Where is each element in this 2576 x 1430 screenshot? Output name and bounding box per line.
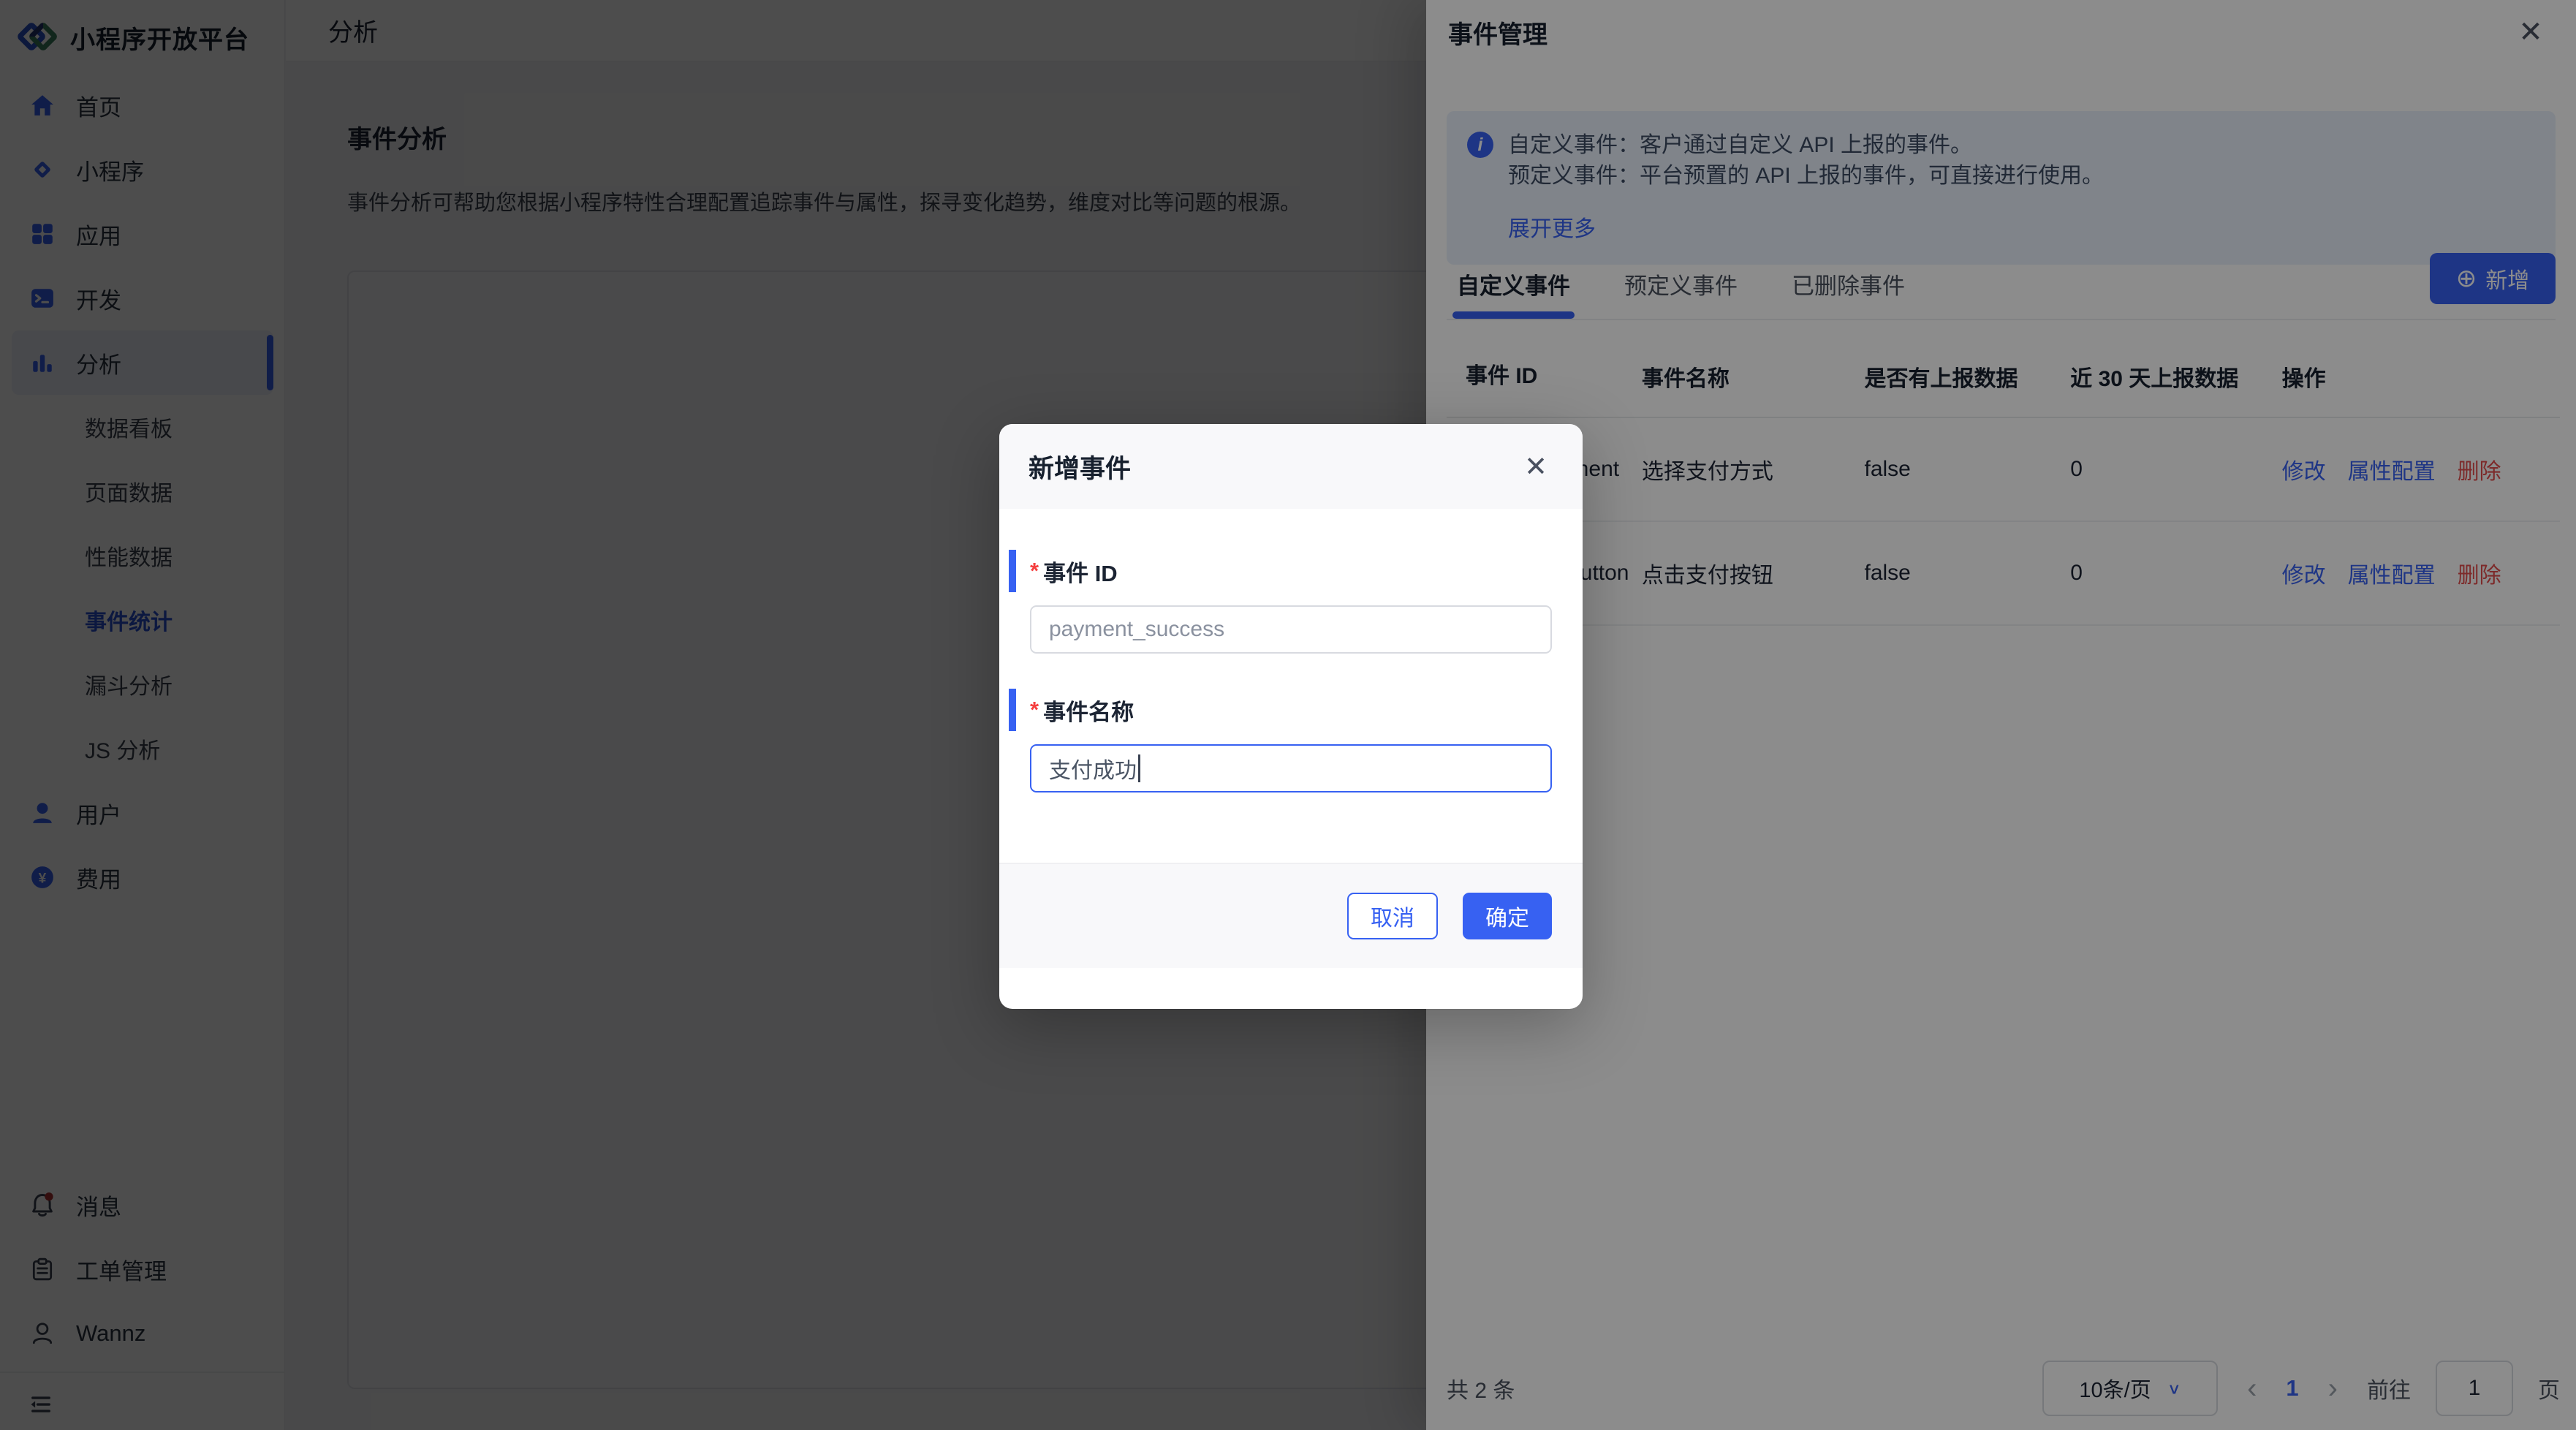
event-name-value: 支付成功	[1049, 752, 1137, 784]
event-name-input[interactable]: 支付成功	[1030, 744, 1552, 792]
field-event-id: * 事件 ID payment_success	[1030, 550, 1552, 654]
field-label-event-id: 事件 ID	[1043, 555, 1118, 588]
event-id-value: payment_success	[1049, 617, 1224, 642]
modal-close-icon[interactable]: ✕	[1518, 449, 1553, 484]
required-field-bar	[1009, 550, 1016, 592]
modal-footer: 取消 确定	[999, 863, 1583, 968]
event-id-input[interactable]: payment_success	[1030, 605, 1552, 654]
cancel-button[interactable]: 取消	[1347, 893, 1438, 939]
modal-header: 新增事件 ✕	[999, 424, 1583, 509]
app-root: 小程序开放平台 首页 小程序 应用	[0, 0, 2576, 1430]
confirm-button[interactable]: 确定	[1463, 893, 1552, 939]
required-asterisk: *	[1030, 558, 1039, 584]
text-cursor	[1138, 754, 1140, 782]
modal-body: * 事件 ID payment_success * 事件名称 支付成功	[999, 509, 1583, 863]
add-event-modal: 新增事件 ✕ * 事件 ID payment_success * 事件名称	[999, 424, 1583, 1009]
field-label-event-name: 事件名称	[1043, 694, 1134, 727]
required-field-bar	[1009, 689, 1016, 731]
required-asterisk: *	[1030, 697, 1039, 723]
field-event-name: * 事件名称 支付成功	[1030, 689, 1552, 792]
modal-title: 新增事件	[1028, 448, 1131, 485]
